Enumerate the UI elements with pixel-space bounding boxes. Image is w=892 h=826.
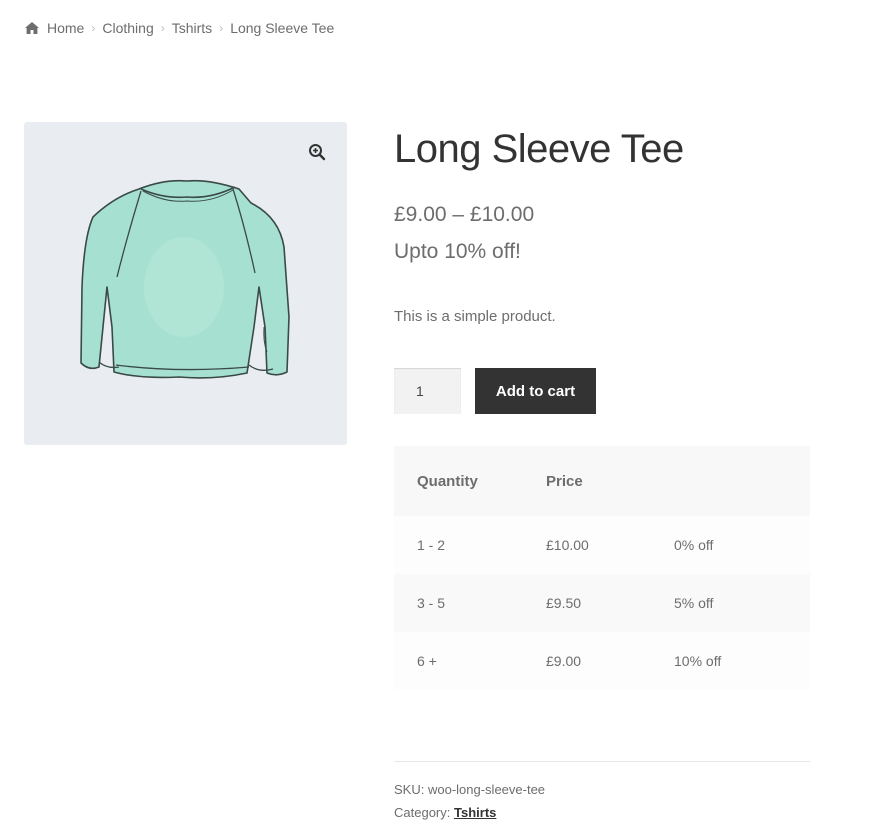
discount-cell: 0% off — [674, 516, 810, 574]
quantity-range-cell: 6 + — [394, 632, 546, 690]
category-label: Category: — [394, 805, 451, 820]
table-header-row: Quantity Price — [394, 446, 810, 516]
sku-line: SKU: woo-long-sleeve-tee — [394, 778, 810, 801]
price-cell: £9.50 — [546, 574, 674, 632]
discount-cell: 5% off — [674, 574, 810, 632]
product-summary: Long Sleeve Tee £9.00 – £10.00 Upto 10% … — [394, 120, 810, 690]
breadcrumb-clothing-link[interactable]: Clothing — [102, 19, 153, 37]
sku-label: SKU: — [394, 782, 425, 797]
price-cell: £9.00 — [546, 632, 674, 690]
discount-note: Upto 10% off! — [394, 240, 521, 263]
zoom-button[interactable] — [302, 137, 332, 167]
quantity-range-cell: 3 - 5 — [394, 574, 546, 632]
quantity-range-cell: 1 - 2 — [394, 516, 546, 574]
column-header-quantity: Quantity — [394, 446, 546, 516]
zoom-in-icon — [309, 144, 326, 161]
product-meta: SKU: woo-long-sleeve-tee Category: Tshir… — [394, 761, 810, 824]
breadcrumb-home-link[interactable]: Home — [47, 19, 84, 37]
product-short-description: This is a simple product. — [394, 308, 556, 325]
price-cell: £10.00 — [546, 516, 674, 574]
add-to-cart-form: Add to cart — [394, 368, 810, 414]
breadcrumb-current: Long Sleeve Tee — [230, 20, 335, 36]
bulk-pricing-table: Quantity Price 1 - 2 £10.00 0% off 3 - 5… — [394, 446, 810, 690]
product-price: £9.00 – £10.00 — [394, 203, 535, 226]
add-to-cart-button[interactable]: Add to cart — [475, 368, 596, 414]
table-row: 1 - 2 £10.00 0% off — [394, 516, 810, 574]
category-line: Category: Tshirts — [394, 801, 810, 824]
breadcrumb: Home › Clothing › Tshirts › Long Sleeve … — [24, 19, 334, 37]
quantity-input[interactable] — [394, 368, 461, 414]
chevron-right-icon: › — [91, 21, 96, 35]
chevron-right-icon: › — [160, 21, 165, 35]
discount-cell: 10% off — [674, 632, 810, 690]
product-title: Long Sleeve Tee — [394, 127, 684, 171]
sku-value: woo-long-sleeve-tee — [427, 782, 546, 797]
table-row: 6 + £9.00 10% off — [394, 632, 810, 690]
home-icon — [25, 22, 39, 34]
breadcrumb-tshirts-link[interactable]: Tshirts — [172, 19, 212, 37]
product-gallery[interactable] — [24, 122, 347, 445]
category-link[interactable]: Tshirts — [454, 805, 496, 820]
table-row: 3 - 5 £9.50 5% off — [394, 574, 810, 632]
column-header-price: Price — [546, 446, 674, 516]
chevron-right-icon: › — [219, 21, 224, 35]
column-header-discount — [674, 446, 810, 516]
product-image — [80, 179, 290, 379]
